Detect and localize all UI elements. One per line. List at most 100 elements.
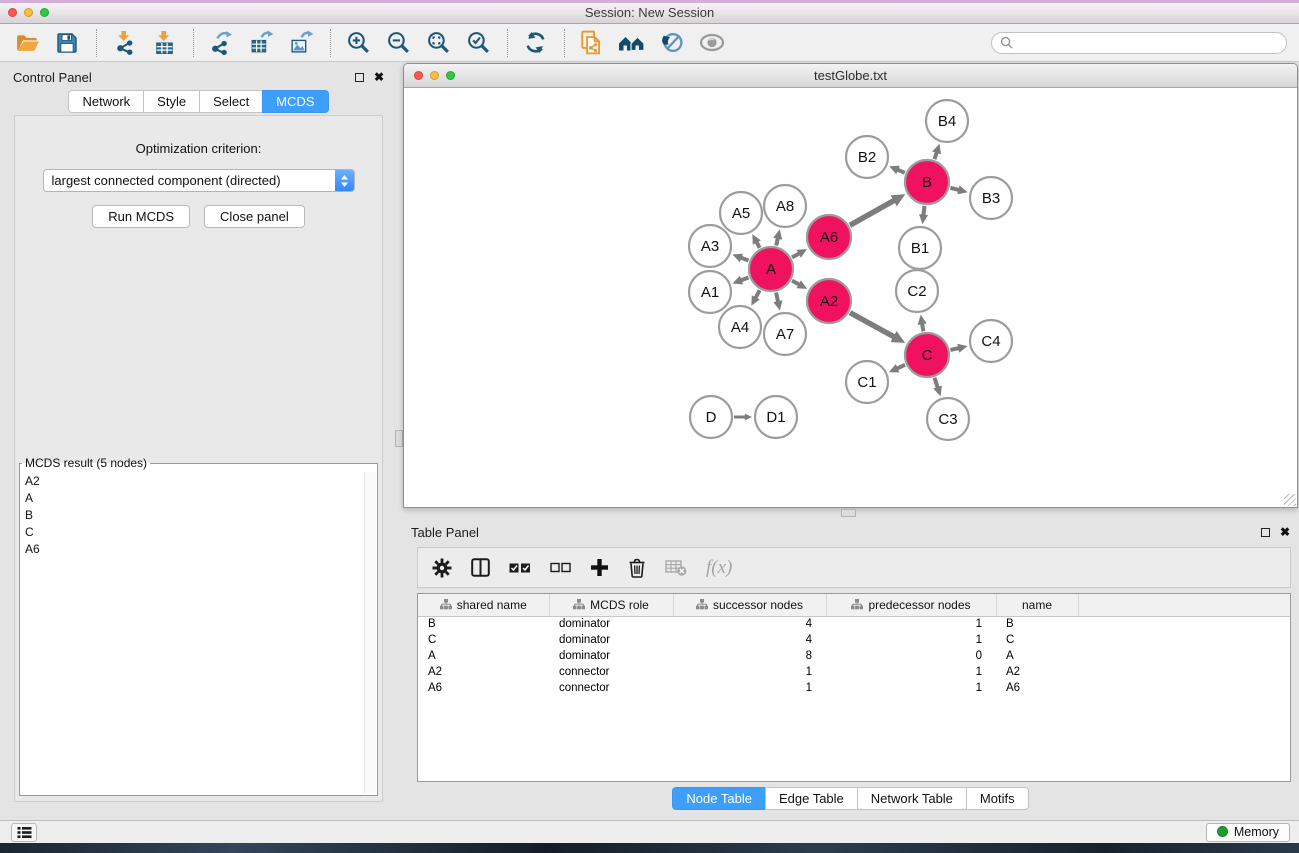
tab-mcds[interactable]: MCDS <box>262 90 328 113</box>
export-table-icon[interactable] <box>246 28 276 58</box>
table-cell[interactable]: 4 <box>673 616 826 632</box>
table-cell[interactable]: 0 <box>826 648 996 664</box>
first-neighbors-icon[interactable] <box>617 28 647 58</box>
run-mcds-button[interactable]: Run MCDS <box>92 205 190 228</box>
import-network-from-file-icon[interactable] <box>109 28 139 58</box>
table-cell[interactable]: 1 <box>826 616 996 632</box>
table-cell[interactable]: 1 <box>826 632 996 648</box>
graph-node-A2[interactable]: A2 <box>807 279 851 323</box>
graph-edge-A-A8[interactable] <box>773 229 782 245</box>
float-panel-icon[interactable] <box>355 73 364 82</box>
graph-edge-C-C1[interactable] <box>889 364 905 372</box>
tab-network[interactable]: Network <box>68 90 144 113</box>
graph-edge-A-A1[interactable] <box>733 276 749 285</box>
graph-node-B1[interactable]: B1 <box>899 227 941 269</box>
optimization-criterion-select[interactable]: largest connected component (directed) <box>43 169 355 192</box>
graph-edge-A-A4[interactable] <box>751 290 760 306</box>
column-header-MCDS-role[interactable]: MCDS role <box>549 594 673 616</box>
graph-edge-A-A7[interactable] <box>773 293 782 311</box>
table-tab-network-table[interactable]: Network Table <box>857 787 967 810</box>
unselect-all-columns-icon[interactable] <box>550 562 571 573</box>
network-window-titlebar[interactable]: testGlobe.txt <box>404 64 1297 88</box>
graph-edge-A-A2[interactable] <box>792 280 807 289</box>
column-header-shared-name[interactable]: shared name <box>418 594 549 616</box>
float-table-panel-icon[interactable] <box>1261 528 1270 537</box>
graph-edge-A-A3[interactable] <box>733 254 749 263</box>
refresh-icon[interactable] <box>520 28 550 58</box>
graph-edge-C-C2[interactable] <box>918 315 927 332</box>
delete-rows-icon[interactable] <box>628 558 646 578</box>
graph-node-B2[interactable]: B2 <box>846 136 888 178</box>
graph-node-A6[interactable]: A6 <box>807 215 851 259</box>
import-table-from-file-icon[interactable] <box>149 28 179 58</box>
table-row[interactable]: A2connector11A2 <box>418 664 1290 680</box>
graph-edge-B-B3[interactable] <box>950 185 967 194</box>
open-session-icon[interactable] <box>12 28 42 58</box>
table-settings-icon[interactable] <box>432 558 452 578</box>
column-header-predecessor-nodes[interactable]: predecessor nodes <box>826 594 996 616</box>
table-cell[interactable]: A6 <box>418 680 549 696</box>
table-cell[interactable]: dominator <box>549 648 673 664</box>
search-field[interactable] <box>991 32 1287 54</box>
table-tab-node-table[interactable]: Node Table <box>672 787 766 810</box>
graph-node-C2[interactable]: C2 <box>896 270 938 312</box>
show-panels-list-button[interactable] <box>11 823 37 842</box>
graph-edge-B-B4[interactable] <box>932 144 941 159</box>
graph-node-C3[interactable]: C3 <box>927 398 969 440</box>
delete-columns-icon[interactable] <box>665 560 687 576</box>
save-session-icon[interactable] <box>52 28 82 58</box>
graph-node-A3[interactable]: A3 <box>689 225 731 267</box>
hide-selected-icon[interactable] <box>657 28 687 58</box>
table-cell[interactable]: C <box>996 632 1078 648</box>
memory-button[interactable]: Memory <box>1206 823 1290 842</box>
graph-node-C1[interactable]: C1 <box>846 361 888 403</box>
graph-node-D1[interactable]: D1 <box>755 396 797 438</box>
close-table-panel-icon[interactable]: ✖ <box>1280 526 1290 538</box>
horizontal-divider-grip[interactable] <box>841 509 856 517</box>
panel-divider-grip[interactable] <box>395 430 403 447</box>
graph-edge-A6-B[interactable] <box>850 194 905 225</box>
table-cell[interactable]: dominator <box>549 632 673 648</box>
mcds-result-item[interactable]: A2 <box>21 472 363 489</box>
mcds-result-item[interactable]: C <box>21 523 363 540</box>
table-cell[interactable]: dominator <box>549 616 673 632</box>
table-cell[interactable]: 1 <box>673 664 826 680</box>
table-cell[interactable]: connector <box>549 664 673 680</box>
table-cell[interactable]: 8 <box>673 648 826 664</box>
search-input[interactable] <box>1017 36 1278 50</box>
table-row[interactable]: Bdominator41B <box>418 616 1290 632</box>
column-header-name[interactable]: name <box>996 594 1078 616</box>
graph-node-C[interactable]: C <box>905 333 949 377</box>
graph-node-A[interactable]: A <box>749 247 793 291</box>
mcds-result-item[interactable]: B <box>21 506 363 523</box>
zoom-out-icon[interactable] <box>383 28 413 58</box>
table-cell[interactable]: A6 <box>996 680 1078 696</box>
table-cell[interactable]: 1 <box>826 664 996 680</box>
graph-node-A5[interactable]: A5 <box>720 192 762 234</box>
graph-node-A1[interactable]: A1 <box>689 271 731 313</box>
graph-node-B4[interactable]: B4 <box>926 100 968 142</box>
table-cell[interactable]: connector <box>549 680 673 696</box>
graph-edge-C-C3[interactable] <box>933 378 942 396</box>
table-tab-edge-table[interactable]: Edge Table <box>765 787 858 810</box>
graph-node-C4[interactable]: C4 <box>970 320 1012 362</box>
graph-node-A8[interactable]: A8 <box>764 185 806 227</box>
tab-style[interactable]: Style <box>143 90 200 113</box>
table-cell[interactable]: B <box>996 616 1078 632</box>
window-resize-grip[interactable] <box>1284 494 1296 506</box>
graph-node-A7[interactable]: A7 <box>764 313 806 355</box>
result-scrollbar[interactable] <box>364 472 376 793</box>
export-network-icon[interactable] <box>206 28 236 58</box>
graph-edge-B-B2[interactable] <box>889 166 905 175</box>
table-cell[interactable]: A <box>996 648 1078 664</box>
select-all-columns-icon[interactable] <box>509 562 531 574</box>
graph-edge-A2-C[interactable] <box>850 313 905 343</box>
graph-edge-C-C4[interactable] <box>950 344 967 353</box>
table-cell[interactable]: B <box>418 616 549 632</box>
graph-node-D[interactable]: D <box>690 396 732 438</box>
export-image-icon[interactable] <box>286 28 316 58</box>
graph-node-B3[interactable]: B3 <box>970 177 1012 219</box>
mcds-result-item[interactable]: A6 <box>21 540 363 557</box>
network-canvas[interactable]: B4B2BB3A8A5A6A3B1AC2A1A2A4A7C4CC1C3DD1 <box>404 88 1297 507</box>
table-cell[interactable]: C <box>418 632 549 648</box>
